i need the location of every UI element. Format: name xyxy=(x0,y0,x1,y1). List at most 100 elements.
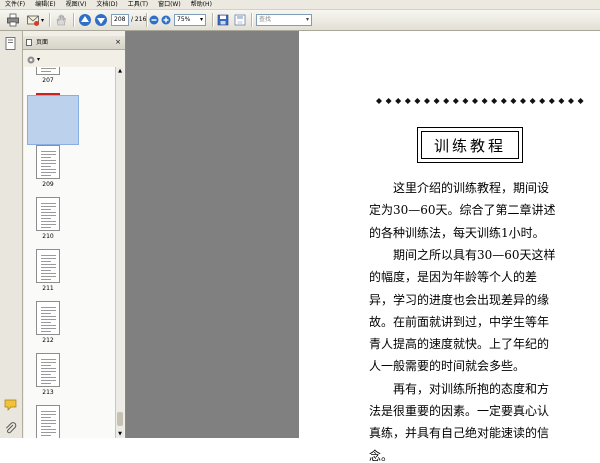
pages-panel: 页面 × ▾ 207208209210211212213214 ▲ ▼ xyxy=(23,31,126,438)
pages-panel-header: 页面 × xyxy=(23,36,125,50)
thumbnail-text-line xyxy=(41,319,56,320)
document-text-line: 念。 xyxy=(369,448,394,463)
thumbnail-text-line xyxy=(41,316,56,317)
document-text-line: 期间之所以具有30—60天这样 xyxy=(369,247,556,262)
document-text-line: 这里介绍的训练教程，期间设 xyxy=(369,181,550,195)
attachment-icon xyxy=(5,422,17,434)
document-text-line: 的各种训练法，每天训练1小时。 xyxy=(369,225,545,240)
thumbnail-page-label: 207 xyxy=(42,77,54,84)
menu-bar: 文件(F) 编辑(E) 视图(V) 文档(D) 工具(T) 窗口(W) 帮助(H… xyxy=(0,0,600,10)
thumbnail-text-line xyxy=(41,270,51,271)
document-text-line: 故。在前面就讲到过，中学生等年 xyxy=(369,314,550,329)
menu-tools[interactable]: 工具(T) xyxy=(123,0,153,9)
zoom-dropdown-arrow: ▾ xyxy=(199,16,203,23)
menu-view[interactable]: 视图(V) xyxy=(61,0,92,9)
previous-page-button[interactable] xyxy=(78,13,92,27)
zoom-level-value: 75% xyxy=(177,16,191,23)
thumbnail-text-line xyxy=(41,218,51,219)
zoom-out-button[interactable] xyxy=(149,13,159,27)
menu-file[interactable]: 文件(F) xyxy=(0,0,30,9)
thumbnail-text-line xyxy=(41,163,56,164)
thumbnail-text-line xyxy=(41,215,56,216)
save-copy-icon xyxy=(234,14,246,26)
comments-button[interactable] xyxy=(3,397,18,412)
print-button[interactable] xyxy=(6,13,20,27)
thumbnail-page-label: 209 xyxy=(42,181,54,188)
pages-panel-button[interactable] xyxy=(3,36,18,51)
thumbnail-text-line xyxy=(41,221,56,222)
border-ornament xyxy=(510,98,517,104)
page-number-input[interactable]: 208 xyxy=(111,14,129,26)
scroll-thumb[interactable] xyxy=(117,412,123,426)
save-copy-button[interactable] xyxy=(233,13,247,27)
thumbnail-text-line xyxy=(41,328,56,329)
previous-page-icon xyxy=(79,14,91,26)
next-page-button[interactable] xyxy=(94,13,108,27)
page-thumbnail[interactable] xyxy=(36,301,60,335)
thumbnail-text-line xyxy=(41,273,56,274)
menu-document[interactable]: 文档(D) xyxy=(91,0,122,9)
border-ornament xyxy=(548,98,555,104)
thumbnail-scrollbar[interactable]: ▲ ▼ xyxy=(115,67,124,438)
border-ornament xyxy=(539,98,546,104)
border-ornament xyxy=(481,98,488,104)
border-ornament xyxy=(376,98,382,104)
border-ornament xyxy=(520,98,526,104)
hand-tool-button[interactable] xyxy=(54,13,68,27)
next-page-icon xyxy=(95,14,107,26)
hand-tool-icon xyxy=(56,14,66,26)
thumbnail-text-line xyxy=(41,429,56,430)
printer-icon xyxy=(7,13,19,27)
thumbnail-text-line xyxy=(41,307,56,308)
page-thumbnail[interactable] xyxy=(36,197,60,231)
page-thumbnail[interactable] xyxy=(36,249,60,283)
thumbnail-page-label: 211 xyxy=(42,285,54,292)
border-ornament xyxy=(443,98,450,104)
thumbnail-text-line xyxy=(41,383,51,384)
thumbnail-text-line xyxy=(41,426,51,427)
thumbnail-text-line xyxy=(41,414,56,415)
thumbnail-text-line xyxy=(41,160,56,161)
thumbnail-page-label: 213 xyxy=(42,389,54,396)
border-ornament xyxy=(568,98,574,104)
menu-help[interactable]: 帮助(H) xyxy=(186,0,217,9)
page-thumbnail[interactable] xyxy=(36,353,60,387)
thumbnail-text-line xyxy=(41,423,56,424)
border-ornament xyxy=(472,98,478,104)
thumbnail-text-line xyxy=(41,313,51,314)
email-dropdown[interactable]: ▾ xyxy=(41,17,44,24)
pages-panel-header-icon xyxy=(26,39,32,46)
search-input[interactable]: 查找 ▾ xyxy=(256,14,312,26)
zoom-in-button[interactable] xyxy=(161,13,171,27)
thumbnail-page-label: 212 xyxy=(42,337,54,344)
thumbnail-text-line xyxy=(41,154,56,155)
email-icon xyxy=(27,15,39,26)
page-thumbnail[interactable] xyxy=(36,405,60,438)
menu-window[interactable]: 窗口(W) xyxy=(153,0,186,9)
document-workspace-background xyxy=(126,31,299,438)
comments-icon xyxy=(4,399,17,411)
scroll-down-arrow[interactable]: ▼ xyxy=(116,430,124,438)
document-page[interactable]: 训练教程 这里介绍的训练教程，期间设 定为30—60天。综合了第二章讲述 的各种训练… xyxy=(299,31,600,463)
border-ornament xyxy=(500,98,507,104)
border-ornament xyxy=(452,98,459,104)
scroll-up-arrow[interactable]: ▲ xyxy=(116,67,124,75)
page-thumbnail[interactable] xyxy=(36,145,60,179)
panel-options-button[interactable]: ▾ xyxy=(26,55,44,65)
document-title: 训练教程 xyxy=(421,131,519,159)
thumbnail-text-line xyxy=(41,71,51,72)
page-thumbnail[interactable] xyxy=(36,67,60,75)
thumbnail-text-line xyxy=(41,227,51,228)
email-button[interactable] xyxy=(26,13,40,27)
decorative-border-row xyxy=(376,98,584,104)
close-panel-button[interactable]: × xyxy=(115,36,121,49)
zoom-level-select[interactable]: 75% ▾ xyxy=(174,14,206,26)
save-button[interactable] xyxy=(216,13,230,27)
options-dropdown-arrow: ▾ xyxy=(37,56,41,63)
document-text-line: 异，学习的进度也会出现差异的缘 xyxy=(369,292,550,307)
thumbnail-text-line xyxy=(41,365,51,366)
thumbnail-text-line xyxy=(41,417,51,418)
menu-edit[interactable]: 编辑(E) xyxy=(30,0,60,9)
attachments-button[interactable] xyxy=(3,421,18,436)
thumbnail-text-line xyxy=(41,310,56,311)
